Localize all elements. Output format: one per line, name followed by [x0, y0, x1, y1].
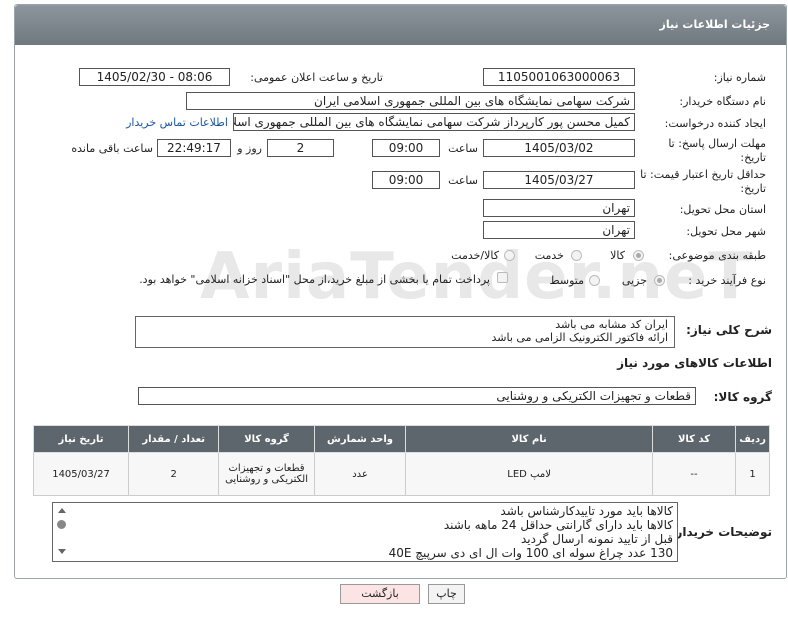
cell-row: 1 [735, 452, 770, 496]
category-service-label: خدمت [534, 249, 564, 262]
price-time-label: ساعت [448, 174, 478, 187]
process-type-label: نوع فرآیند خرید : [688, 274, 766, 287]
process-partial-radio[interactable] [654, 275, 665, 286]
panel-title: جزئیات اطلاعات نیاز [659, 18, 771, 31]
table-header-row: ردیف کد کالا نام کالا واحد شمارش گروه کا… [32, 425, 770, 453]
general-desc-label: شرح کلی نیاز: [686, 323, 772, 337]
table-row: 1 -- لامپ LED عدد قطعات و تجهیزات الکتری… [32, 452, 770, 496]
announce-date-field: 1405/02/30 - 08:06 [79, 68, 230, 86]
general-desc-box: ایران کد مشابه می باشد ارائه فاکتور الکت… [135, 316, 675, 348]
goods-group-field: قطعات و تجهیزات الکتریکی و روشنایی [138, 387, 696, 405]
goods-table: ردیف کد کالا نام کالا واحد شمارش گروه کا… [32, 425, 770, 496]
category-both-radio[interactable] [504, 250, 515, 261]
process-medium-radio[interactable] [589, 275, 600, 286]
price-date-field: 1405/03/27 [483, 171, 635, 189]
scroll-up-icon[interactable] [58, 508, 66, 513]
buyer-note-line: کالاها باید دارای گارانتی حداقل 24 ماهه … [443, 518, 673, 532]
days-left-field: 2 [267, 139, 334, 157]
scroll-thumb[interactable] [57, 520, 66, 529]
cell-code: -- [651, 452, 737, 496]
province-field: تهران [483, 199, 635, 217]
time-left-label: ساعت باقی مانده [71, 142, 153, 155]
buyer-notes-box: کالاها باید مورد تاییدکارشناس باشد کالاه… [52, 502, 678, 562]
cell-group: قطعات و تجهیزات الکتریکی و روشنایی [218, 452, 315, 496]
buyer-contact-link[interactable]: اطلاعات تماس خریدار [126, 116, 228, 129]
days-and-label: روز و [237, 142, 262, 155]
need-number-field: 1105001063000063 [483, 68, 635, 86]
col-unit-header: واحد شمارش [313, 425, 407, 453]
col-date-header: تاریخ نیاز [32, 425, 130, 453]
requester-label: ایجاد کننده درخواست: [664, 117, 766, 130]
buyer-org-field: شرکت سهامی نمایشگاه های بین المللی جمهور… [186, 92, 635, 110]
category-both-label: کالا/خدمت [451, 249, 499, 262]
goods-info-title: اطلاعات کالاهای مورد نیاز [617, 356, 772, 370]
city-label: شهر محل تحویل: [686, 225, 766, 238]
reply-time-field: 09:00 [372, 139, 440, 157]
price-validity-label: حداقل تاریخ اعتبار قیمت: تا تاریخ: [640, 168, 766, 195]
buyer-org-label: نام دستگاه خریدار: [679, 95, 766, 108]
category-service-radio[interactable] [571, 250, 582, 261]
need-number-label: شماره نیاز: [713, 71, 766, 84]
back-button[interactable]: بازگشت [340, 584, 420, 604]
col-name-header: نام کالا [405, 425, 653, 453]
treasury-payment-checkbox[interactable] [497, 272, 508, 283]
reply-date-field: 1405/03/02 [483, 139, 635, 157]
payment-note: پرداخت تمام یا بخشی از مبلغ خرید،از محل … [139, 273, 490, 286]
announce-date-label: تاریخ و ساعت اعلان عمومی: [250, 71, 383, 84]
panel-header: جزئیات اطلاعات نیاز [15, 5, 786, 45]
col-group-header: گروه کالا [218, 425, 315, 453]
general-desc-line: ایران کد مشابه می باشد [555, 318, 668, 331]
goods-group-label: گروه کالا: [713, 390, 772, 404]
time-left-field: 22:49:17 [157, 139, 231, 157]
category-label: طبقه بندی موضوعی: [668, 249, 766, 262]
category-goods-label: کالا [610, 249, 625, 262]
scroll-down-icon[interactable] [58, 549, 66, 554]
process-partial-label: جزیی [621, 274, 647, 287]
city-field: تهران [483, 221, 635, 239]
price-time-field: 09:00 [372, 171, 440, 189]
reply-time-label: ساعت [448, 142, 478, 155]
cell-name: لامپ LED [405, 452, 653, 496]
col-code-header: کد کالا [651, 425, 737, 453]
print-button[interactable]: چاپ [428, 584, 465, 604]
cell-qty: 2 [128, 452, 220, 496]
buyer-note-line: قبل از تایید نمونه ارسال گردید [520, 532, 673, 546]
category-goods-radio[interactable] [633, 250, 644, 261]
process-medium-label: متوسط [549, 274, 584, 287]
notes-scrollbar[interactable] [56, 506, 66, 558]
buyer-notes-label: توضیحات خریدار: [670, 525, 772, 539]
cell-unit: عدد [313, 452, 407, 496]
general-desc-line: ارائه فاکتور الکترونیک الزامی می باشد [491, 331, 669, 344]
province-label: استان محل تحویل: [679, 203, 766, 216]
buyer-note-line: 130 عدد چراغ سوله ای 100 وات ال ای دی سر… [388, 546, 673, 560]
buyer-note-line: کالاها باید مورد تاییدکارشناس باشد [500, 504, 673, 518]
reply-deadline-label: مهلت ارسال پاسخ: تا تاریخ: [668, 137, 766, 164]
requester-field: کمیل محسن پور کارپرداز شرکت سهامی نمایشگ… [233, 113, 635, 131]
col-qty-header: تعداد / مقدار [128, 425, 220, 453]
cell-date: 1405/03/27 [32, 452, 130, 496]
col-row-header: ردیف [735, 425, 770, 453]
